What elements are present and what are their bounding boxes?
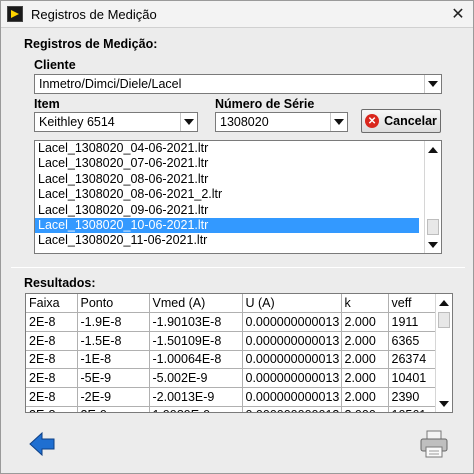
scrollbar-thumb[interactable] <box>427 219 439 235</box>
file-list-scrollbar[interactable] <box>424 141 441 253</box>
scroll-up-icon[interactable] <box>436 294 452 311</box>
table-cell: 10401 <box>388 368 436 388</box>
cancel-button[interactable]: ✕ Cancelar <box>361 109 441 133</box>
table-cell: 0.000000000013 <box>242 331 342 351</box>
item-label: Item <box>34 97 60 111</box>
column-header: Faixa <box>26 294 78 314</box>
column-header: veff <box>388 294 436 314</box>
chevron-down-icon[interactable] <box>424 75 441 93</box>
list-item[interactable]: Lacel_1308020_08-06-2021.ltr <box>35 172 419 187</box>
table-cell: -1E-8 <box>77 350 150 370</box>
window-title: Registros de Medição <box>31 6 157 22</box>
results-scrollbar[interactable] <box>435 294 452 412</box>
item-select[interactable]: Keithley 6514 <box>34 112 198 132</box>
back-button[interactable] <box>29 431 55 457</box>
cliente-label: Cliente <box>34 58 76 72</box>
title-bar: Registros de Medição ✕ <box>1 1 473 28</box>
table-cell: -2.0013E-9 <box>149 387 243 407</box>
column-header: U (A) <box>242 294 342 314</box>
close-button[interactable]: ✕ <box>443 1 473 27</box>
table-cell: 2E-8 <box>26 331 78 351</box>
table-cell: 2E-8 <box>26 387 78 407</box>
table-cell: 2E-8 <box>26 406 78 412</box>
table-cell: 2.000 <box>341 387 389 407</box>
table-cell: 2.000 <box>341 368 389 388</box>
printer-icon <box>420 430 448 458</box>
table-cell: 2E-9 <box>77 406 150 412</box>
table-cell: 2E-8 <box>26 368 78 388</box>
table-cell: 0.000000000013 <box>242 406 342 412</box>
table-header-row: Faixa Ponto Vmed (A) U (A) k veff <box>26 294 436 314</box>
cancel-button-label: Cancelar <box>384 114 437 128</box>
arrow-left-icon <box>29 431 55 457</box>
section-divider <box>11 267 465 268</box>
table-cell: -1.90103E-8 <box>149 312 243 332</box>
table-cell: 0.000000000013 <box>242 350 342 370</box>
table-cell: 2E-8 <box>26 312 78 332</box>
table-cell: 2.000 <box>341 350 389 370</box>
labview-app-icon <box>7 6 23 22</box>
table-row[interactable]: 2E-8 -1.9E-8 -1.90103E-8 0.000000000013 2.00… <box>26 312 436 332</box>
table-cell: -5.002E-9 <box>149 368 243 388</box>
file-list[interactable]: Lacel_1308020_04-06-2021.ltr Lacel_130802… <box>34 140 442 254</box>
table-cell: -1.9E-8 <box>77 312 150 332</box>
scroll-down-icon[interactable] <box>436 395 452 412</box>
table-cell: 2.000 <box>341 312 389 332</box>
serie-label: Número de Série <box>215 97 315 111</box>
chevron-down-icon[interactable] <box>180 113 197 131</box>
table-row[interactable]: 2E-8 -5E-9 -5.002E-9 0.000000000013 2.000 104… <box>26 368 436 388</box>
table-cell: 0.000000000013 <box>242 312 342 332</box>
results-table[interactable]: Faixa Ponto Vmed (A) U (A) k veff 2E-8 -1.9E-8… <box>25 293 453 413</box>
serie-value: 1308020 <box>220 115 269 129</box>
table-row[interactable]: 2E-8 -2E-9 -2.0013E-9 0.000000000013 2.000 23… <box>26 387 436 407</box>
serie-select[interactable]: 1308020 <box>215 112 348 132</box>
table-cell: 2.000 <box>341 331 389 351</box>
list-item[interactable]: Lacel_1308020_09-06-2021.ltr <box>35 203 419 218</box>
column-header: k <box>341 294 389 314</box>
cancel-circle-icon: ✕ <box>365 114 380 128</box>
table-cell: 0.000000000013 <box>242 387 342 407</box>
table-row[interactable]: 2E-82E-91.9989E-90.0000000000132.0001056… <box>26 406 436 412</box>
table-cell: -2E-9 <box>77 387 150 407</box>
list-item[interactable]: Lacel_1308020_07-06-2021.ltr <box>35 156 419 171</box>
item-value: Keithley 6514 <box>39 115 115 129</box>
scroll-up-icon[interactable] <box>425 141 441 158</box>
cliente-value: Inmetro/Dimci/Diele/Lacel <box>39 77 182 91</box>
table-cell: 2390 <box>388 387 436 407</box>
column-header: Vmed (A) <box>149 294 243 314</box>
table-row[interactable]: 2E-8 -1.5E-8 -1.50109E-8 0.000000000013 2.00… <box>26 331 436 351</box>
table-cell: 6365 <box>388 331 436 351</box>
column-header: Ponto <box>77 294 150 314</box>
table-cell: 2.000 <box>341 406 389 412</box>
table-cell: 1.9989E-9 <box>149 406 243 412</box>
chevron-down-icon[interactable] <box>330 113 347 131</box>
table-cell: 0.000000000013 <box>242 368 342 388</box>
scroll-down-icon[interactable] <box>425 236 441 253</box>
print-button[interactable] <box>419 429 449 459</box>
list-item[interactable]: Lacel_1308020_04-06-2021.ltr <box>35 141 419 156</box>
table-cell: 26374 <box>388 350 436 370</box>
scrollbar-thumb[interactable] <box>438 312 450 328</box>
list-item[interactable]: Lacel_1308020_11-06-2021.ltr <box>35 233 419 248</box>
list-item[interactable]: Lacel_1308020_08-06-2021_2.ltr <box>35 187 419 202</box>
results-title: Resultados: <box>24 276 96 290</box>
list-item[interactable]: Lacel_1308020_10-06-2021.ltr <box>35 217 419 234</box>
dialog-window: Registros de Medição ✕ Registros de Medi… <box>0 0 474 474</box>
table-cell: -1.50109E-8 <box>149 331 243 351</box>
table-cell: 1911 <box>388 312 436 332</box>
section-title: Registros de Medição: <box>24 37 158 51</box>
table-row[interactable]: 2E-8 -1E-8 -1.00064E-8 0.000000000013 2.000 2… <box>26 350 436 370</box>
cliente-select[interactable]: Inmetro/Dimci/Diele/Lacel <box>34 74 442 94</box>
table-cell: -1.00064E-8 <box>149 350 243 370</box>
table-cell: -1.5E-8 <box>77 331 150 351</box>
table-cell: -5E-9 <box>77 368 150 388</box>
table-cell: 10561 <box>388 406 436 412</box>
table-cell: 2E-8 <box>26 350 78 370</box>
